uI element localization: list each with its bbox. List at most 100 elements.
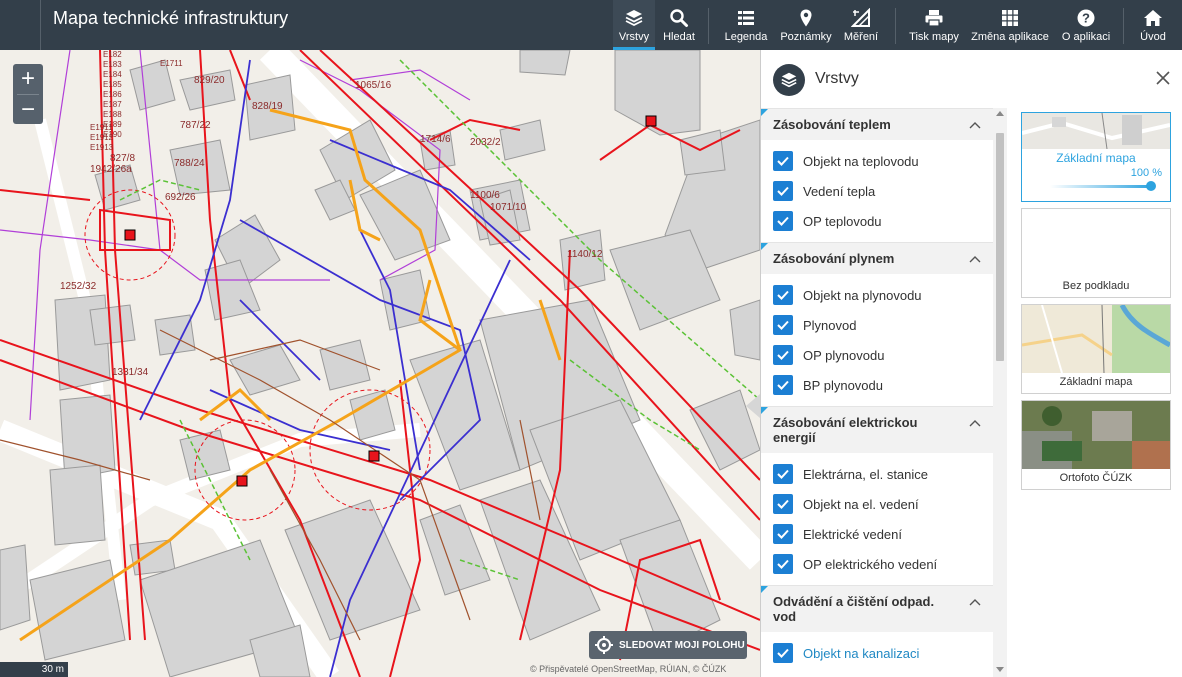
basemap-option[interactable]: Základní mapa (1021, 304, 1171, 394)
layer-group-header[interactable]: Zásobování plynem (761, 242, 993, 274)
basemap-option[interactable]: Základní mapa 100 % (1021, 112, 1171, 202)
check-icon (777, 499, 789, 509)
tool-home-button[interactable]: Úvod (1133, 0, 1173, 50)
layer-group-title: Zásobování plynem (773, 251, 895, 266)
layer-checkbox[interactable] (773, 524, 793, 544)
tool-layers-button[interactable]: Vrstvy (613, 0, 655, 50)
layer-item[interactable]: BP plynovodu (761, 370, 993, 400)
tool-about-button[interactable]: ? O aplikaci (1058, 0, 1114, 50)
opacity-slider-track[interactable] (1050, 185, 1152, 188)
scroll-up-arrow[interactable] (996, 111, 1004, 116)
tool-measure-button[interactable]: Měření (840, 0, 882, 50)
app-header: Mapa technické infrastruktury Vrstvy Hle… (0, 0, 1182, 50)
tool-print-button[interactable]: Tisk mapy (907, 0, 961, 50)
parcel-label: 829/20 (194, 75, 225, 86)
basemap-selector: Základní mapa 100 % Bez podkladu Základn… (1021, 112, 1171, 496)
basemap-option[interactable]: Bez podkladu (1021, 208, 1171, 298)
basemap-thumbnail (1022, 113, 1170, 149)
layer-checkbox[interactable] (773, 554, 793, 574)
tool-label: Tisk mapy (909, 31, 959, 43)
layers-scrollbar[interactable] (993, 108, 1007, 677)
tool-search-button[interactable]: Hledat (658, 0, 700, 50)
map-canvas[interactable]: 829/20 828/19 787/22 788/24 692/26 827/8… (0, 50, 760, 677)
layer-checkbox[interactable] (773, 464, 793, 484)
check-icon (777, 186, 789, 196)
map-layer-drawing: 829/20 828/19 787/22 788/24 692/26 827/8… (0, 50, 760, 677)
layer-item[interactable]: Plynovod (761, 310, 993, 340)
layer-item[interactable]: Objekt na el. vedení (761, 489, 993, 519)
check-icon (777, 320, 789, 330)
parcel-label: E188 (103, 110, 122, 119)
panel-collapse-toggle[interactable] (746, 394, 760, 418)
layer-group-header[interactable]: Zásobování elektrickou energií (761, 406, 993, 453)
layer-checkbox[interactable] (773, 315, 793, 335)
parcel-label: E1912 (90, 133, 114, 142)
parcel-label: 1714/6 (420, 134, 451, 145)
follow-location-button[interactable]: SLEDOVAT MOJI POLOHU (589, 631, 747, 659)
parcel-label: 828/19 (252, 101, 283, 112)
opacity-slider-handle[interactable] (1146, 181, 1156, 191)
layer-item[interactable]: Objekt na kanalizaci (761, 638, 993, 668)
scroll-down-arrow[interactable] (996, 667, 1004, 672)
layer-checkbox[interactable] (773, 494, 793, 514)
check-icon (777, 350, 789, 360)
chevron-up-icon (969, 599, 981, 606)
layer-group-items: Elektrárna, el. stanice Objekt na el. ve… (761, 453, 993, 585)
tool-legend-button[interactable]: Legenda (723, 0, 769, 50)
tool-label: O aplikaci (1061, 31, 1111, 43)
layer-label: OP plynovodu (803, 347, 885, 363)
chevron-up-icon (969, 420, 981, 427)
parcel-label: 1071/10 (490, 202, 527, 213)
layer-label: OP teplovodu (803, 213, 882, 229)
layer-item[interactable]: OP plynovodu (761, 340, 993, 370)
zoom-in-button[interactable]: + (13, 64, 43, 94)
layer-item[interactable]: Elektrárna, el. stanice (761, 459, 993, 489)
layer-item[interactable]: Elektrické vedení (761, 519, 993, 549)
close-icon[interactable] (1155, 70, 1171, 86)
layer-checkbox[interactable] (773, 285, 793, 305)
check-icon (777, 216, 789, 226)
zoom-out-button[interactable]: − (13, 95, 43, 125)
layer-item[interactable]: OP elektrického vedení (761, 549, 993, 579)
layer-checkbox[interactable] (773, 151, 793, 171)
svg-text:?: ? (1082, 11, 1090, 26)
layer-item[interactable]: Vedení tepla (761, 176, 993, 206)
list-icon (738, 11, 754, 25)
parcel-label: 692/26 (165, 192, 196, 203)
layer-item[interactable]: OP teplovodu (761, 206, 993, 236)
home-icon (1144, 10, 1162, 26)
grid-icon (1002, 10, 1018, 26)
layer-group-header[interactable]: Odvádění a čištění odpad. vod (761, 585, 993, 632)
toolbar-separator (1123, 8, 1124, 44)
parcel-label: E185 (103, 80, 122, 89)
tool-notes-button[interactable]: Poznámky (778, 0, 834, 50)
layer-group-header[interactable]: Zásobování teplem (761, 108, 993, 140)
layer-group-items: Objekt na teplovodu Vedení tepla OP tepl… (761, 140, 993, 242)
layer-item[interactable]: Objekt na plynovodu (761, 280, 993, 310)
layer-label: BP plynovodu (803, 377, 883, 393)
basemap-thumbnail (1022, 305, 1170, 373)
tool-change-app-button[interactable]: Změna aplikace (969, 0, 1051, 50)
tool-label: Úvod (1140, 31, 1166, 43)
layer-checkbox[interactable] (773, 375, 793, 395)
basemap-option[interactable]: Ortofoto ČÚZK (1021, 400, 1171, 490)
parcel-label: 1252/32 (60, 281, 97, 292)
parcel-label: 1140/12 (567, 249, 603, 260)
layer-checkbox[interactable] (773, 345, 793, 365)
tool-label: Měření (843, 31, 879, 43)
layers-icon (781, 72, 797, 88)
layer-checkbox[interactable] (773, 181, 793, 201)
layer-item[interactable]: Objekt na teplovodu (761, 146, 993, 176)
layers-icon (625, 10, 643, 27)
layer-label: Objekt na kanalizaci (803, 645, 920, 661)
layer-checkbox[interactable] (773, 211, 793, 231)
scroll-thumb[interactable] (996, 133, 1004, 361)
parcel-label: 1942/26a (90, 164, 132, 175)
chevron-up-icon (969, 256, 981, 263)
tool-label: Vrstvy (618, 31, 650, 43)
crosshair-icon (595, 636, 613, 654)
layer-label: Objekt na teplovodu (803, 153, 919, 169)
layer-group-title: Zásobování elektrickou energií (773, 415, 918, 445)
layer-checkbox[interactable] (773, 643, 793, 663)
parcel-label: 1065/16 (355, 80, 392, 91)
